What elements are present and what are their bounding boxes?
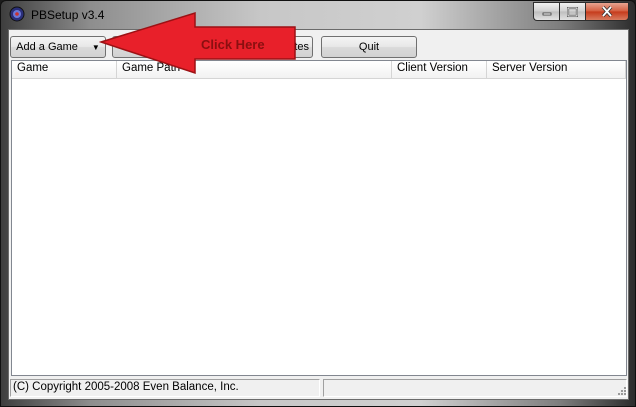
minimize-icon [542, 12, 551, 15]
column-header-client-version[interactable]: Client Version [392, 61, 487, 78]
caption-buttons [533, 2, 629, 22]
close-button[interactable] [585, 2, 629, 21]
column-header-server-version[interactable]: Server Version [487, 61, 626, 78]
title-bar[interactable]: PBSetup v3.4 [1, 1, 635, 29]
maximize-button[interactable] [559, 2, 585, 21]
annotation-arrow [99, 11, 296, 75]
add-game-button[interactable]: Add a Game ▼ [10, 36, 106, 58]
minimize-button[interactable] [533, 2, 559, 21]
application-window: PBSetup v3.4 Add a Game ▼ tes Quit Game … [0, 0, 636, 407]
status-pane-2 [323, 379, 627, 397]
resize-grip-icon[interactable] [615, 386, 627, 398]
quit-button[interactable]: Quit [321, 36, 417, 58]
maximize-icon [567, 6, 578, 17]
games-list[interactable]: Game Game Path Client Version Server Ver… [11, 60, 627, 376]
client-area: Add a Game ▼ tes Quit Game Game Path Cli… [8, 29, 629, 400]
window-title: PBSetup v3.4 [31, 8, 105, 22]
annotation-label: Click Here [201, 37, 265, 52]
close-icon [601, 6, 613, 17]
quit-label: Quit [358, 41, 380, 53]
status-bar: (C) Copyright 2005-2008 Even Balance, In… [9, 378, 628, 399]
add-game-label: Add a Game [16, 41, 78, 53]
app-icon [9, 6, 25, 22]
status-copyright: (C) Copyright 2005-2008 Even Balance, In… [10, 379, 320, 397]
